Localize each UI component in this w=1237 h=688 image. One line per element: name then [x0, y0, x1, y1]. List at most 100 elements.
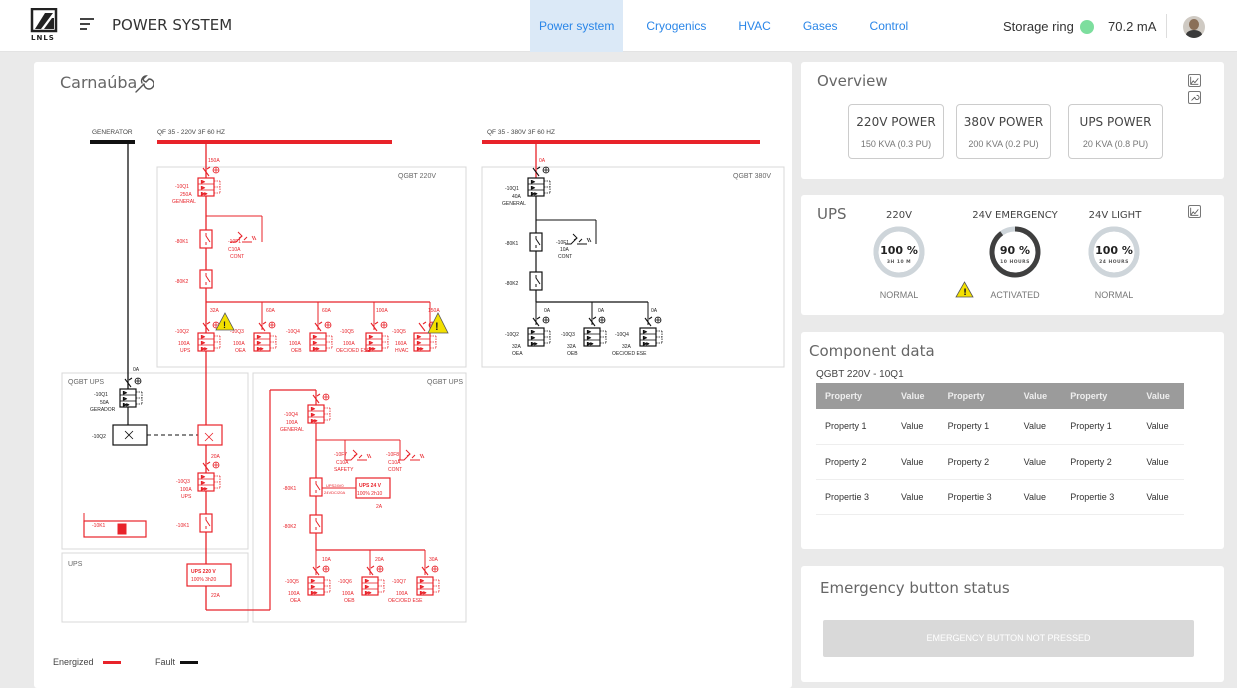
- svg-text:100A: 100A: [376, 308, 388, 314]
- gauge-status: NORMAL: [1094, 290, 1134, 300]
- emergency-title: Emergency button status: [820, 579, 1010, 597]
- component-data-title: Component data: [809, 342, 935, 360]
- gauge-value: 90 %: [1000, 244, 1030, 257]
- ups-title: UPS: [817, 205, 847, 223]
- svg-text:CONT: CONT: [230, 254, 244, 260]
- svg-text:100A: 100A: [343, 341, 355, 347]
- svg-text:!: !: [223, 320, 226, 330]
- qgbt-380v-circuit: [527, 144, 663, 347]
- table-header: Value: [1137, 383, 1184, 409]
- svg-text:100% 3h20: 100% 3h20: [191, 577, 217, 583]
- svg-text:100A: 100A: [180, 487, 192, 493]
- svg-text:UPS: UPS: [181, 494, 192, 500]
- svg-text:!: !: [435, 321, 439, 333]
- svg-text:-10F1: -10F1: [228, 239, 241, 245]
- svg-text:-10Q3: -10Q3: [561, 332, 575, 338]
- svg-text:-10F7: -10F7: [334, 452, 347, 458]
- table-row: Propertie 3 Value Propertie 3 Value Proper…: [816, 479, 1184, 515]
- svg-text:GENERAL: GENERAL: [502, 201, 526, 207]
- svg-text:24VDC/20A: 24VDC/20A: [324, 490, 345, 495]
- svg-text:-10Q5: -10Q5: [392, 329, 406, 335]
- svg-text:100A: 100A: [286, 420, 298, 426]
- svg-text:GENERAL: GENERAL: [172, 199, 196, 205]
- chart-icon[interactable]: [1188, 205, 1201, 218]
- svg-text:-80K1: -80K1: [505, 241, 519, 247]
- gauge-label: 24V LIGHT: [1088, 210, 1142, 221]
- legend-fault-label: Fault: [155, 657, 176, 667]
- svg-text:32A: 32A: [622, 344, 632, 350]
- power-card-ups: UPS POWER 20 KVA (0.8 PU): [1068, 104, 1163, 159]
- gauge-sub: 24 HOURS: [1099, 259, 1129, 265]
- svg-text:0A: 0A: [133, 367, 140, 373]
- svg-text:OEC/OED ESE: OEC/OED ESE: [388, 598, 423, 604]
- svg-text:32A: 32A: [210, 308, 220, 314]
- gauge-value: 100 %: [880, 244, 918, 257]
- svg-text:OEC/OED ESE: OEC/OED ESE: [336, 348, 371, 354]
- power-card-title: 220V POWER: [856, 115, 936, 129]
- wrench-icon[interactable]: [1188, 91, 1201, 104]
- box-qgbt-380v: [481, 166, 785, 368]
- chart-icon[interactable]: [1188, 74, 1201, 87]
- power-card-title: UPS POWER: [1079, 115, 1152, 129]
- svg-text:32A: 32A: [567, 344, 577, 350]
- svg-text:UPS 220 V: UPS 220 V: [191, 569, 216, 575]
- svg-text:-10Q4: -10Q4: [615, 332, 629, 338]
- svg-text:40A: 40A: [512, 194, 522, 200]
- label-ups-box: UPS: [68, 561, 83, 568]
- battery-gauge-24v-emergency: 90 % 10 HOURS: [989, 226, 1041, 278]
- svg-text:-80K2: -80K2: [283, 524, 297, 530]
- power-card-220v: 220V POWER 150 KVA (0.3 PU): [848, 104, 944, 159]
- svg-text:-80K2: -80K2: [175, 279, 189, 285]
- svg-text:-10Q4: -10Q4: [286, 329, 300, 335]
- svg-text:0A: 0A: [544, 308, 551, 314]
- gauge-status: NORMAL: [879, 290, 919, 300]
- gauge-label: 220V: [886, 210, 912, 221]
- svg-text:HVAC: HVAC: [395, 348, 409, 354]
- svg-text:UPS24V0: UPS24V0: [326, 483, 344, 488]
- svg-text:30A: 30A: [429, 557, 439, 563]
- svg-text:-10Q5: -10Q5: [340, 329, 354, 335]
- svg-text:-10Q1: -10Q1: [505, 186, 519, 192]
- svg-text:-10F8: -10F8: [386, 452, 399, 458]
- label-qgbt-380v: QGBT 380V: [733, 173, 771, 180]
- gauge-sub: 3H 10 M: [887, 259, 911, 265]
- label-qgbt-ups-left: QGBT UPS: [68, 379, 104, 386]
- svg-text:OEA: OEA: [235, 348, 246, 354]
- svg-text:10A: 10A: [560, 247, 570, 253]
- svg-text:-10Q3: -10Q3: [176, 479, 190, 485]
- svg-text:-10Q1: -10Q1: [94, 392, 108, 398]
- svg-text:CONT: CONT: [558, 254, 572, 260]
- svg-text:-10Q4: -10Q4: [284, 412, 298, 418]
- ups-generator-branch: [112, 377, 198, 446]
- svg-text:-10F1: -10F1: [556, 240, 569, 246]
- power-card-title: 380V POWER: [963, 115, 1044, 129]
- svg-text:20A: 20A: [211, 454, 221, 460]
- svg-text:10A: 10A: [322, 557, 332, 563]
- battery-gauge-24v-light: 100 % 24 HOURS: [1088, 226, 1140, 278]
- svg-text:100A: 100A: [233, 341, 245, 347]
- svg-text:-10K1: -10K1: [92, 523, 106, 529]
- svg-text:-80K1: -80K1: [175, 239, 189, 245]
- svg-text:0A: 0A: [598, 308, 605, 314]
- legend-energized-swatch: [103, 661, 121, 664]
- power-card-value: 150 KVA (0.3 PU): [860, 139, 932, 149]
- power-card-value: 20 KVA (0.8 PU): [1082, 139, 1149, 149]
- svg-text:100A: 100A: [396, 591, 408, 597]
- svg-text:0A: 0A: [651, 308, 658, 314]
- svg-text:GENERAL: GENERAL: [280, 427, 304, 433]
- bus-220-label: QF 35 - 220V 3F 60 HZ: [157, 129, 225, 136]
- svg-text:OEB: OEB: [291, 348, 302, 354]
- svg-text:100A: 100A: [178, 341, 190, 347]
- svg-text:OEA: OEA: [290, 598, 301, 604]
- warning-icon: !: [215, 312, 235, 331]
- svg-text:22A: 22A: [211, 593, 221, 599]
- svg-text:-10Q2: -10Q2: [175, 329, 189, 335]
- legend-energized-label: Energized: [53, 657, 94, 667]
- table-header: Property: [816, 383, 893, 409]
- svg-text:-10Q5: -10Q5: [285, 579, 299, 585]
- gauge-status: ACTIVATED: [990, 290, 1040, 300]
- svg-text:250A: 250A: [180, 192, 192, 198]
- svg-text:!: !: [963, 288, 967, 298]
- svg-text:C10A: C10A: [336, 460, 349, 466]
- emergency-button-status[interactable]: EMERGENCY BUTTON NOT PRESSED: [823, 620, 1194, 657]
